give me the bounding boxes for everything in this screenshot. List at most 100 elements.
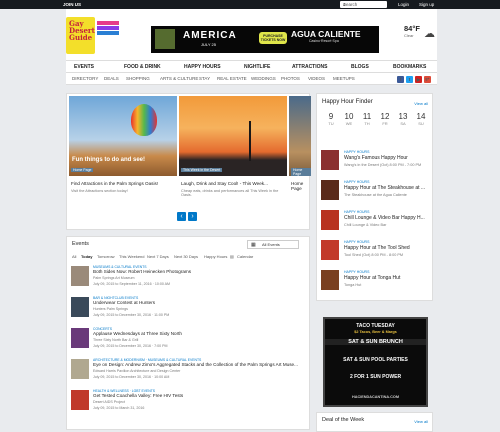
subnav-deals[interactable]: DEALS [104,76,119,81]
tab-today[interactable]: Today [81,254,92,259]
event-item[interactable]: CONCERTS Applause Wednesdays at Three Si… [70,326,308,354]
slide-sub: Visit the Attractions section today! [71,189,128,193]
ad-line: 2 FOR 1 SUN POWER [349,374,402,380]
day-item[interactable]: 10 WE [341,112,357,126]
event-title[interactable]: Eye on Design: Andrew Zimo's Aggregated … [93,362,298,367]
day-item[interactable]: 9 TU [323,112,339,126]
happy-hour-title[interactable]: Wang's Famous Happy Hour [344,155,408,161]
tab-all[interactable]: All [72,254,76,259]
nav-bookmarks[interactable]: BOOKMARKS [393,64,426,70]
day-weekday: FR [382,121,388,126]
happy-hour-title[interactable]: Happy Hour at The Tool Shed [344,245,410,251]
googleplus-icon[interactable]: g+ [424,76,431,83]
slider-prev-button[interactable]: ‹ [177,212,186,221]
weather-widget: 84°F Clear ☁ [404,24,435,40]
subnav-stay[interactable]: STAY [199,76,210,81]
day-weekday: SA [400,121,406,126]
event-location: Hunters Palm Springs [93,307,128,311]
subnav-arts-culture[interactable]: ARTS & CULTURE [160,76,198,81]
deal-view-all[interactable]: View all [414,419,428,424]
youtube-icon[interactable]: ▶ [415,76,422,83]
tab-happy-hours[interactable]: Happy Hours [204,254,227,259]
happy-hour-item[interactable]: HAPPY HOURS Wang's Famous Happy Hour Wan… [320,150,431,178]
event-date: July 09, 2015 to March 31, 2016 [93,406,145,410]
event-title[interactable]: Both Sides Now: Robert Heinecken Photogr… [93,269,191,274]
event-item[interactable]: BAR & NIGHTCLUB EVENTS Underwear Contest… [70,295,308,323]
banner-brand-sub: Casino·Resort·Spa [309,39,339,43]
facebook-icon[interactable]: f [397,76,404,83]
slide-caption[interactable]: Laugh, Drink and Stay Cool! - This Week.… [181,181,268,186]
subnav-directory[interactable]: DIRECTORY [72,76,98,81]
login-link[interactable]: Login [398,2,409,7]
day-item[interactable]: 13 SA [395,112,411,126]
subnav-videos[interactable]: VIDEOS [308,76,325,81]
ad-banner[interactable]: AMERICA JULY 25 PURCHASE TICKETS NOW AGU… [151,26,379,53]
happy-hour-item[interactable]: HAPPY HOURS Happy Hour at The Steakhouse… [320,180,431,208]
search-input[interactable]: Search ⌕ [340,1,387,8]
nav-happy-hours[interactable]: HAPPY HOURS [184,64,221,70]
happy-hour-kicker: HAPPY HOURS [344,240,370,244]
signup-link[interactable]: Sign up [419,2,434,7]
main-nav: EVENTS FOOD & DRINK HAPPY HOURS NIGHTLIF… [66,60,437,73]
day-item[interactable]: 14 SU [413,112,429,126]
nav-blogs[interactable]: BLOGS [351,64,369,70]
event-title[interactable]: Get Tested Coachella Valley: Free HIV Te… [93,393,183,398]
cloud-icon: ☁ [424,28,435,40]
event-title[interactable]: Underwear Contest at Hunters [93,300,155,305]
ad-line: HACIENDACANTINA.COM [351,395,400,399]
calendar-icon[interactable]: ▤ [230,254,234,259]
slide[interactable]: Home Page [289,96,311,176]
slider-next-button[interactable]: › [188,212,197,221]
side-ad[interactable]: TACO TUESDAY $2 Tacos, Beer & Margs SAT … [323,317,428,407]
tab-next-30-days[interactable]: Next 30 Days [174,254,198,259]
ad-line: $2 Tacos, Beer & Margs [354,330,397,334]
events-title: Events [72,241,89,247]
subnav-photos[interactable]: PHOTOS [281,76,300,81]
slide-caption[interactable]: Home Page [291,181,309,191]
happy-hour-item[interactable]: HAPPY HOURS Chill Lounge & Video Bar Hap… [320,210,431,238]
site-logo[interactable]: Gay Desert Guide [66,17,120,55]
event-title[interactable]: Applause Wednesdays at Three Sixty North [93,331,182,336]
subnav-real-estate[interactable]: REAL ESTATE [217,76,247,81]
slide-pill: Home Page [291,168,311,176]
nav-events[interactable]: EVENTS [74,64,94,70]
slide-caption[interactable]: Find Attractions in the Palm Springs Oas… [71,181,158,186]
event-item[interactable]: ARCHITECTURE & MODERNISM · MUSEUMS & CUL… [70,357,308,385]
day-item[interactable]: 12 FR [377,112,393,126]
site-header: Gay Desert Guide AMERICA JULY 25 PURCHASE … [66,9,437,60]
happy-hour-item[interactable]: HAPPY HOURS Happy Hour at The Tool Shed … [320,240,431,268]
slide[interactable]: Fun things to do and see! Home Page [69,96,177,176]
happy-hour-view-all[interactable]: View all [414,101,428,106]
subnav-shopping[interactable]: SHOPPING [126,76,150,81]
top-bar: JOIN US Search ⌕ Login Sign up [0,0,500,9]
day-weekday: SU [418,121,424,126]
happy-hour-title[interactable]: Happy Hour at The Steakhouse at ... [344,185,425,191]
banner-cta[interactable]: PURCHASE TICKETS NOW [259,32,287,44]
banner-brand: AGUA CALIENTE [291,29,361,39]
nav-food-drink[interactable]: FOOD & DRINK [124,64,161,70]
logo-line3: Guide [69,33,93,42]
tab-tomorrow[interactable]: Tomorrow [97,254,115,259]
tab-this-weekend[interactable]: This Weekend [119,254,145,259]
nav-nightlife[interactable]: NIGHTLIFE [244,64,270,70]
subnav-meetups[interactable]: MEETUPS [333,76,355,81]
event-item[interactable]: HEALTH & WELLNESS · LGBT EVENTS Get Test… [70,388,308,416]
tab-next-7-days[interactable]: Next 7 Days [147,254,169,259]
nav-attractions[interactable]: ATTRACTIONS [292,64,327,70]
twitter-icon[interactable]: t [406,76,413,83]
tab-calendar[interactable]: Calendar [237,254,253,259]
logo-tag [97,31,119,35]
events-filter-select[interactable]: ▦ All Events [247,240,299,249]
happy-hour-item[interactable]: HAPPY HOURS Happy Hour at Tonga Hut Tong… [320,270,431,298]
subnav-weddings[interactable]: WEDDINGS [251,76,276,81]
event-item[interactable]: MUSEUMS & CULTURAL EVENTS Both Sides Now… [70,264,308,292]
happy-hour-title[interactable]: Chill Lounge & Video Bar Happy H... [344,215,425,221]
happy-hour-kicker: HAPPY HOURS [344,150,370,154]
event-date: July 09, 2015 to December 30, 2016 · 10:… [93,375,170,379]
event-date: July 09, 2015 to December 30, 2016 · 7:0… [93,344,168,348]
search-icon[interactable]: ⌕ [343,2,385,8]
day-num: 12 [380,112,390,121]
happy-hour-title[interactable]: Happy Hour at Tonga Hut [344,275,400,281]
slide[interactable]: This Week in the Desert [179,96,287,176]
day-item[interactable]: 11 TH [359,112,375,126]
